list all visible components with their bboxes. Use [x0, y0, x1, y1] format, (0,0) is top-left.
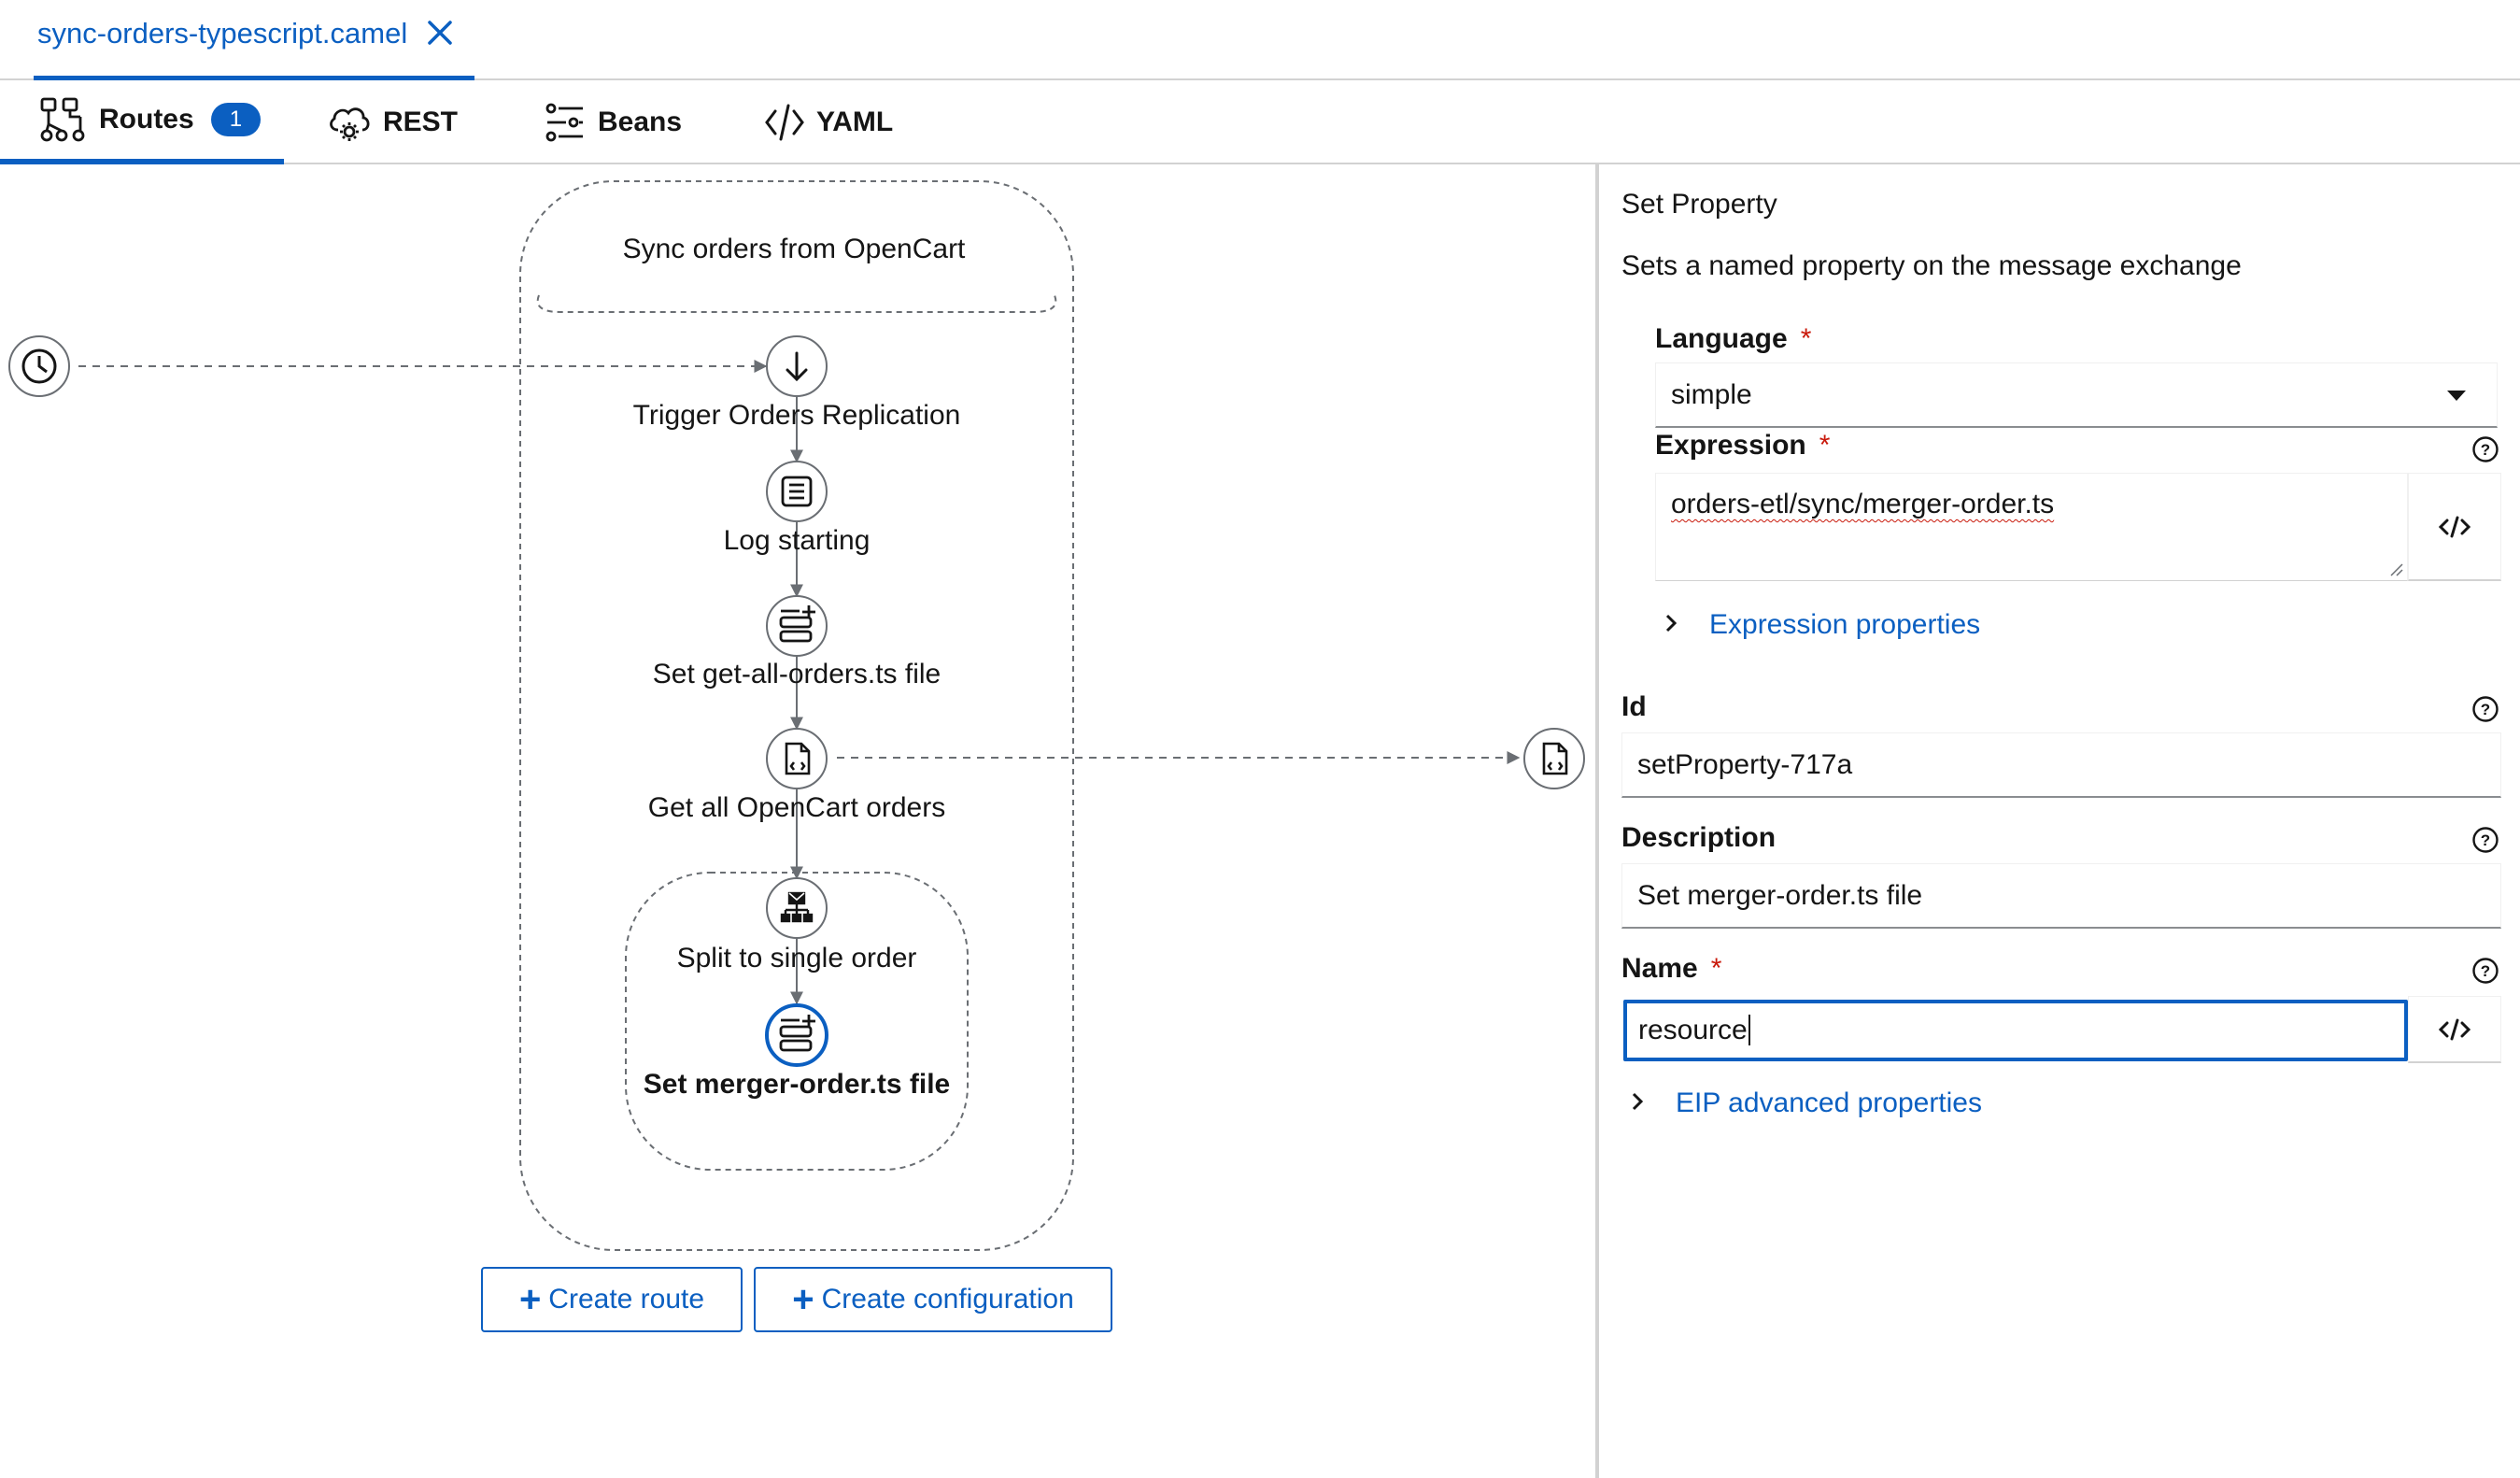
code-icon: [2439, 1018, 2470, 1040]
svg-text:?: ?: [2481, 441, 2490, 459]
node-label: Set get-all-orders.ts file: [652, 659, 941, 689]
node-trigger-orders[interactable]: [766, 335, 828, 397]
plus-icon: +: [792, 1279, 814, 1320]
name-input[interactable]: resource: [1623, 1000, 2408, 1061]
expression-label: Expression *: [1655, 430, 1831, 461]
tab-routes-label: Routes: [99, 104, 194, 135]
create-route-button[interactable]: + Create route: [481, 1267, 743, 1332]
plus-icon: +: [518, 1279, 542, 1320]
expression-textarea[interactable]: orders-etl/sync/merger-order.ts: [1655, 473, 2408, 581]
id-label: Id: [1621, 691, 1647, 722]
name-label: Name *: [1621, 953, 1722, 984]
svg-text:?: ?: [2481, 701, 2490, 718]
node-set-merger-order[interactable]: [765, 1003, 828, 1067]
routes-count-badge: 1: [210, 103, 262, 136]
expression-editor-button[interactable]: [2408, 473, 2501, 581]
cloud-gear-icon: [330, 107, 370, 141]
name-value: resource: [1638, 1015, 1750, 1046]
external-resource-node[interactable]: [1523, 728, 1585, 789]
language-label: Language *: [1655, 323, 1812, 354]
create-route-label: Create route: [548, 1284, 705, 1315]
resize-handle-icon[interactable]: [2388, 561, 2403, 576]
file-tab-label: sync-orders-typescript.camel: [37, 17, 408, 50]
panel-description: Sets a named property on the message exc…: [1621, 250, 2242, 281]
tab-yaml[interactable]: YAML: [764, 80, 893, 164]
name-expression-button[interactable]: [2408, 996, 2501, 1063]
create-configuration-button[interactable]: + Create configuration: [754, 1267, 1112, 1332]
code-icon: [765, 104, 804, 141]
node-label: Trigger Orders Replication: [632, 400, 961, 431]
file-tab[interactable]: sync-orders-typescript.camel: [34, 0, 474, 80]
language-value: simple: [1671, 378, 1752, 410]
routes-icon: [40, 97, 85, 142]
help-icon[interactable]: ?: [2471, 957, 2499, 985]
node-split-orders[interactable]: [766, 877, 828, 939]
caret-down-icon: [2447, 391, 2466, 401]
node-label: Split to single order: [676, 943, 917, 973]
route-canvas[interactable]: Sync orders from OpenCart Trigger Orders…: [0, 164, 1595, 1478]
node-label-selected: Set merger-order.ts file: [643, 1069, 951, 1100]
sliders-icon: [545, 103, 583, 142]
create-configuration-label: Create configuration: [821, 1284, 1074, 1315]
tab-yaml-label: YAML: [816, 107, 894, 137]
node-get-all-orders[interactable]: [766, 728, 828, 789]
view-tab-bar: Routes 1 REST Beans YAML: [0, 80, 2520, 164]
node-label: Get all OpenCart orders: [647, 792, 946, 823]
description-input[interactable]: Set merger-order.ts file: [1621, 863, 2501, 929]
id-value: setProperty-717a: [1637, 748, 1853, 780]
properties-panel: Set Property Sets a named property on th…: [1595, 164, 2520, 1478]
node-log-starting[interactable]: [766, 461, 828, 522]
file-tab-bar: sync-orders-typescript.camel: [0, 0, 2520, 80]
tab-beans[interactable]: Beans: [544, 80, 682, 164]
route-title: Sync orders from OpenCart: [622, 234, 966, 264]
tab-beans-label: Beans: [598, 107, 683, 137]
code-icon: [2439, 516, 2470, 537]
eip-advanced-properties-toggle[interactable]: EIP advanced properties: [1676, 1087, 1982, 1119]
timer-node[interactable]: [8, 335, 70, 397]
language-select[interactable]: simple: [1655, 362, 2498, 428]
tab-routes[interactable]: Routes 1: [0, 80, 284, 164]
svg-text:?: ?: [2481, 962, 2490, 980]
chevron-right-icon[interactable]: [1627, 1091, 1648, 1112]
close-icon[interactable]: [424, 17, 456, 49]
node-set-get-all-orders[interactable]: [766, 595, 828, 657]
id-input[interactable]: setProperty-717a: [1621, 732, 2501, 798]
expression-properties-toggle[interactable]: Expression properties: [1709, 609, 1980, 641]
description-value: Set merger-order.ts file: [1637, 879, 1923, 911]
help-icon[interactable]: ?: [2471, 826, 2499, 854]
node-label: Log starting: [723, 525, 871, 556]
description-label: Description: [1621, 822, 1777, 853]
expression-value: orders-etl/sync/merger-order.ts: [1671, 489, 2055, 519]
tab-rest[interactable]: REST: [327, 80, 458, 164]
tab-rest-label: REST: [383, 107, 459, 137]
panel-title: Set Property: [1621, 189, 1777, 220]
svg-text:?: ?: [2481, 831, 2490, 849]
chevron-right-icon[interactable]: [1661, 613, 1681, 633]
help-icon[interactable]: ?: [2471, 695, 2499, 723]
help-icon[interactable]: ?: [2471, 435, 2499, 463]
